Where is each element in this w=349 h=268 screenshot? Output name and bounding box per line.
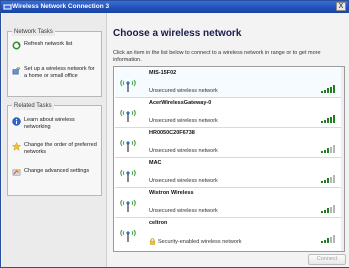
wireless-antenna-icon xyxy=(120,139,136,152)
network-status: Unsecured wireless network xyxy=(149,178,218,184)
instruction-text: Click an item in the list below to conne… xyxy=(113,50,321,63)
network-name: HR0050C20F6738 xyxy=(149,130,195,136)
network-name: MIS-15F02 xyxy=(149,70,177,76)
network-status: Unsecured wireless network xyxy=(149,118,218,124)
network-tasks-panel: Network Tasks Refresh network list Set u… xyxy=(7,28,102,97)
network-status: Unsecured wireless network xyxy=(149,208,218,214)
wireless-app-icon xyxy=(3,3,12,11)
signal-strength-icon xyxy=(321,235,336,243)
network-status-text: Unsecured wireless network xyxy=(149,178,218,184)
close-icon: X xyxy=(338,3,344,10)
info-icon xyxy=(12,117,21,126)
refresh-icon xyxy=(12,41,21,50)
signal-strength-icon xyxy=(321,175,336,183)
network-status-text: Unsecured wireless network xyxy=(149,148,218,154)
connect-button[interactable]: Connect xyxy=(308,254,346,265)
network-name: AcerWirelessGateway-0 xyxy=(149,100,212,106)
signal-strength-icon xyxy=(321,145,336,153)
network-list[interactable]: MIS-15F02 Unsecured wireless network Ace… xyxy=(113,66,345,252)
list-scrollbar[interactable] xyxy=(341,67,344,251)
related-tasks-panel: Related Tasks Learn about wireless netwo… xyxy=(7,102,102,196)
network-status-text: Unsecured wireless network xyxy=(149,118,218,124)
network-tasks-title: Network Tasks xyxy=(12,28,55,36)
network-status: Security-enabled wireless network xyxy=(149,238,241,245)
wireless-antenna-icon xyxy=(120,199,136,212)
wireless-antenna-icon xyxy=(120,109,136,122)
refresh-network-list-task[interactable]: Refresh network list xyxy=(12,41,99,50)
network-item[interactable]: MIS-15F02 Unsecured wireless network xyxy=(115,68,343,98)
wireless-antenna-icon xyxy=(120,79,136,92)
change-preferred-order-task[interactable]: Change the order of preferred networks xyxy=(12,142,99,155)
network-name: celtron xyxy=(149,220,168,226)
wireless-antenna-icon xyxy=(120,229,136,242)
window-title: Wireless Network Connection 3 xyxy=(12,3,110,10)
related-tasks-title: Related Tasks xyxy=(12,102,54,110)
setup-wireless-network-task[interactable]: Set up a wireless network for a home or … xyxy=(12,66,99,79)
network-status-text: Unsecured wireless network xyxy=(149,88,218,94)
change-advanced-settings-label: Change advanced settings xyxy=(24,168,90,174)
title-bar[interactable]: Wireless Network Connection 3 X xyxy=(1,1,348,13)
signal-strength-icon xyxy=(321,115,336,123)
refresh-network-list-label: Refresh network list xyxy=(24,41,73,47)
wireless-network-window: Wireless Network Connection 3 X Network … xyxy=(0,0,349,268)
sidebar: Network Tasks Refresh network list Set u… xyxy=(2,13,107,267)
change-preferred-order-label: Change the order of preferred networks xyxy=(24,142,97,155)
close-button[interactable]: X xyxy=(336,2,346,11)
network-name: Wistron Wireless xyxy=(149,190,194,196)
network-item[interactable]: HR0050C20F6738 Unsecured wireless networ… xyxy=(115,128,343,158)
learn-wireless-task[interactable]: Learn about wireless networking xyxy=(12,117,99,130)
network-name: MAC xyxy=(149,160,162,166)
network-status: Unsecured wireless network xyxy=(149,148,218,154)
settings-icon xyxy=(12,169,21,176)
signal-strength-icon xyxy=(321,205,336,213)
page-title: Choose a wireless network xyxy=(113,28,242,39)
network-status: Unsecured wireless network xyxy=(149,88,218,94)
signal-strength-icon xyxy=(321,85,336,93)
network-status-text: Security-enabled wireless network xyxy=(158,238,242,245)
network-item[interactable]: celtron Security-enabled wireless networ… xyxy=(115,218,343,248)
setup-wireless-icon xyxy=(12,67,21,75)
main-panel: Choose a wireless network Click an item … xyxy=(108,13,349,267)
setup-wireless-network-label: Set up a wireless network for a home or … xyxy=(24,66,95,79)
network-item[interactable]: MAC Unsecured wireless network xyxy=(115,158,343,188)
wireless-antenna-icon xyxy=(120,169,136,182)
change-advanced-settings-task[interactable]: Change advanced settings xyxy=(12,168,99,177)
network-status-text: Unsecured wireless network xyxy=(149,208,218,214)
network-item[interactable]: AcerWirelessGateway-0 Unsecured wireless… xyxy=(115,98,343,128)
learn-wireless-label: Learn about wireless networking xyxy=(24,117,75,130)
network-item[interactable]: Wistron Wireless Unsecured wireless netw… xyxy=(115,188,343,218)
star-icon xyxy=(12,142,21,151)
lock-icon xyxy=(149,238,156,245)
